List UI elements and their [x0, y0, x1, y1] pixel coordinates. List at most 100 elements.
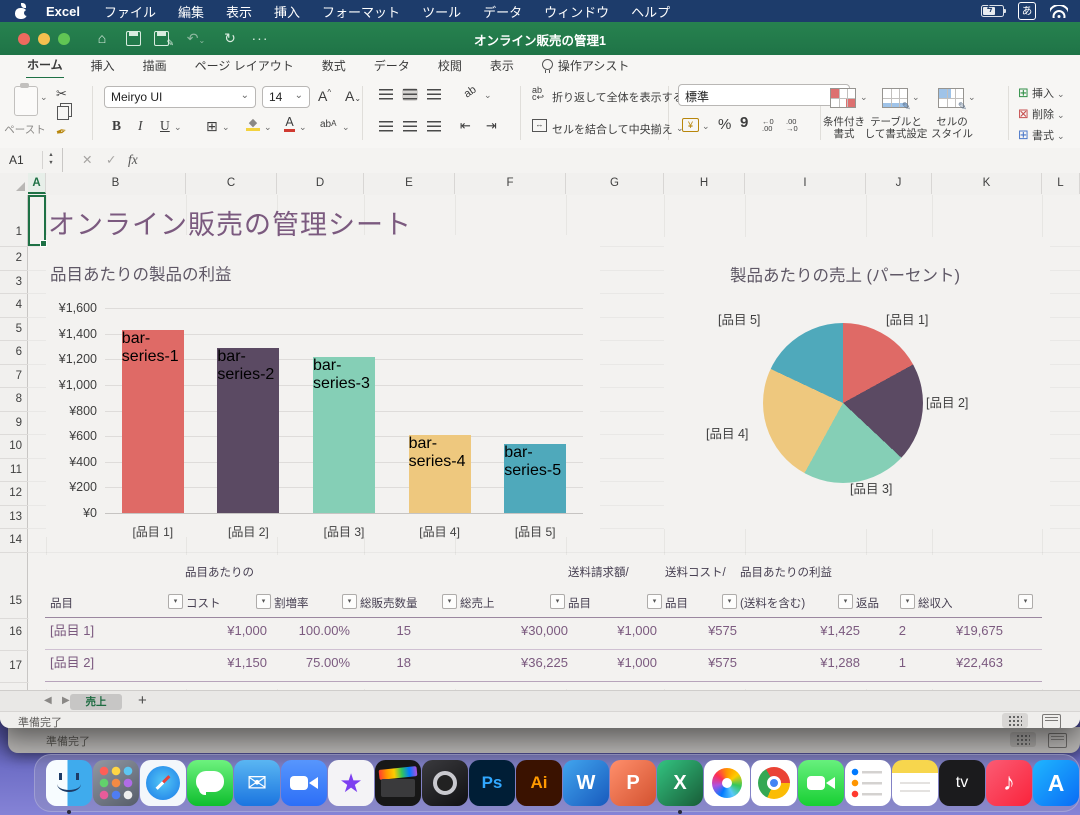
dock-powerpoint-icon[interactable]: P — [610, 760, 656, 806]
column-header-J[interactable]: J — [866, 173, 932, 194]
input-method-icon[interactable]: あ — [1018, 2, 1036, 20]
font-name-select[interactable]: Meiryo UI⌄ — [104, 86, 256, 108]
ribbon-tab-ページ レイアウト[interactable]: ページ レイアウト — [194, 55, 295, 78]
phonetic-guide-icon[interactable]: abA — [320, 119, 336, 130]
align-left-icon[interactable] — [378, 120, 394, 133]
dock-launchpad-icon[interactable] — [93, 760, 139, 806]
dock-mail-icon[interactable]: ✉ — [234, 760, 280, 806]
dock-app-store-icon[interactable]: A — [1033, 760, 1079, 806]
apple-menu-icon[interactable] — [14, 4, 28, 19]
battery-icon[interactable]: ϟ — [981, 5, 1004, 17]
filter-dropdown-button[interactable]: ▾ — [168, 594, 183, 609]
wifi-icon[interactable] — [1050, 5, 1068, 18]
dock-apple-tv-icon[interactable]: tv — [939, 760, 985, 806]
dock-word-icon[interactable]: W — [563, 760, 609, 806]
row-header-16[interactable]: 16 — [0, 624, 22, 640]
cancel-entry-icon[interactable]: ✕ — [82, 152, 92, 167]
insert-cells-button[interactable]: ⊞ 挿入 ⌄ — [1018, 85, 1065, 101]
borders-icon[interactable]: ⊞ — [206, 118, 218, 135]
dock-finder-icon[interactable] — [46, 760, 92, 806]
ribbon-tab-表示[interactable]: 表示 — [489, 55, 515, 78]
align-right-icon[interactable] — [426, 120, 442, 133]
accounting-format-chevron[interactable]: ⌄ — [702, 121, 710, 132]
dock-facetime-icon[interactable] — [798, 760, 844, 806]
merge-center-icon[interactable]: ↔ — [532, 119, 547, 132]
cell-styles-chevron[interactable]: ⌄ — [968, 92, 976, 103]
dock-final-cut-pro-icon[interactable] — [375, 760, 421, 806]
sheet-tab-active[interactable]: 売上 — [70, 694, 122, 710]
row-header-1[interactable]: 1 — [0, 224, 22, 240]
menu-item[interactable]: フォーマット — [322, 2, 400, 21]
row-header-5[interactable]: 5 — [0, 321, 22, 337]
format-cells-button[interactable]: ⊞ 書式 ⌄ — [1018, 127, 1065, 143]
dock-chrome-icon[interactable] — [751, 760, 797, 806]
column-header-L[interactable]: L — [1042, 173, 1080, 194]
filter-dropdown-button[interactable]: ▾ — [838, 594, 853, 609]
phonetic-guide-chevron[interactable]: ⌄ — [342, 122, 350, 133]
conditional-formatting-chevron[interactable]: ⌄ — [860, 92, 868, 103]
menu-item[interactable]: ファイル — [104, 2, 156, 21]
ribbon-tab-描画[interactable]: 描画 — [142, 55, 168, 78]
column-header-K[interactable]: K — [932, 173, 1042, 194]
menu-item[interactable]: ウィンドウ — [544, 2, 609, 21]
column-header-D[interactable]: D — [277, 173, 364, 194]
name-box-stepper[interactable]: ▲▼ — [42, 151, 59, 169]
menu-item[interactable]: ツール — [422, 2, 461, 21]
table-cell[interactable]: ¥22,463 — [873, 655, 1003, 671]
prev-sheet-icon[interactable]: ◀ — [44, 695, 52, 706]
format-as-table-label[interactable]: テーブルとして書式設定 — [862, 116, 930, 140]
decrease-indent-icon[interactable]: ⇤ — [460, 118, 471, 134]
column-header-E[interactable]: E — [364, 173, 455, 194]
dock-messages-icon[interactable] — [187, 760, 233, 806]
decrease-decimal-icon[interactable]: .00→0 — [786, 118, 798, 132]
row-header-8[interactable]: 8 — [0, 391, 22, 407]
dock-logic-pro-icon[interactable] — [422, 760, 468, 806]
column-header-I[interactable]: I — [745, 173, 866, 194]
add-sheet-button[interactable]: + — [138, 692, 147, 709]
align-center-icon[interactable] — [402, 120, 418, 133]
align-top-icon[interactable] — [378, 88, 394, 101]
text-orientation-chevron[interactable]: ⌄ — [484, 90, 492, 101]
increase-indent-icon[interactable]: ⇥ — [486, 118, 497, 134]
align-middle-icon[interactable] — [402, 88, 418, 101]
menu-item[interactable]: ヘルプ — [631, 2, 670, 21]
formula-input[interactable] — [150, 148, 1080, 172]
dock-excel-icon[interactable]: X — [657, 760, 703, 806]
dock-imovie-icon[interactable]: ★ — [328, 760, 374, 806]
comma-style-icon[interactable]: 9 — [740, 114, 748, 131]
bold-icon[interactable]: B — [112, 118, 121, 134]
filter-dropdown-button[interactable]: ▾ — [256, 594, 271, 609]
row-header-3[interactable]: 3 — [0, 274, 22, 290]
paste-dropdown-chevron[interactable]: ⌄ — [40, 92, 48, 103]
percent-style-icon[interactable]: % — [718, 116, 731, 133]
conditional-formatting-icon[interactable] — [830, 88, 856, 108]
column-header-C[interactable]: C — [186, 173, 277, 194]
text-orientation-icon[interactable]: ab — [462, 84, 479, 101]
next-sheet-icon[interactable]: ▶ — [62, 695, 70, 706]
filter-dropdown-button[interactable]: ▾ — [647, 594, 662, 609]
dock-photoshop-icon[interactable]: Ps — [469, 760, 515, 806]
cell-styles-label[interactable]: セルのスタイル — [924, 116, 980, 140]
merge-center-label[interactable]: セルを結合して中央揃え — [552, 121, 673, 137]
filter-dropdown-button[interactable]: ▾ — [1018, 594, 1033, 609]
insert-function-icon[interactable]: fx — [128, 152, 138, 168]
column-header-B[interactable]: B — [46, 173, 186, 194]
italic-icon[interactable]: I — [138, 118, 143, 134]
table-cell[interactable]: ¥575 — [607, 655, 737, 671]
column-header-F[interactable]: F — [455, 173, 566, 194]
font-color-icon[interactable]: A — [284, 115, 295, 132]
dock-zoom-icon[interactable] — [281, 760, 327, 806]
filter-dropdown-button[interactable]: ▾ — [900, 594, 915, 609]
cell-styles-icon[interactable] — [938, 88, 964, 108]
format-as-table-icon[interactable] — [882, 88, 908, 108]
paste-icon[interactable] — [14, 86, 38, 116]
dock-photos-icon[interactable] — [704, 760, 750, 806]
fill-color-icon[interactable]: ◆ — [246, 116, 260, 131]
menu-item[interactable]: データ — [483, 2, 522, 21]
row-header-17[interactable]: 17 — [0, 658, 22, 674]
format-painter-icon[interactable]: ✒ — [54, 123, 69, 141]
dock-music-icon[interactable]: ♪ — [986, 760, 1032, 806]
increase-font-icon[interactable]: A^ — [318, 88, 331, 104]
dock-illustrator-icon[interactable]: Ai — [516, 760, 562, 806]
filter-dropdown-button[interactable]: ▾ — [722, 594, 737, 609]
